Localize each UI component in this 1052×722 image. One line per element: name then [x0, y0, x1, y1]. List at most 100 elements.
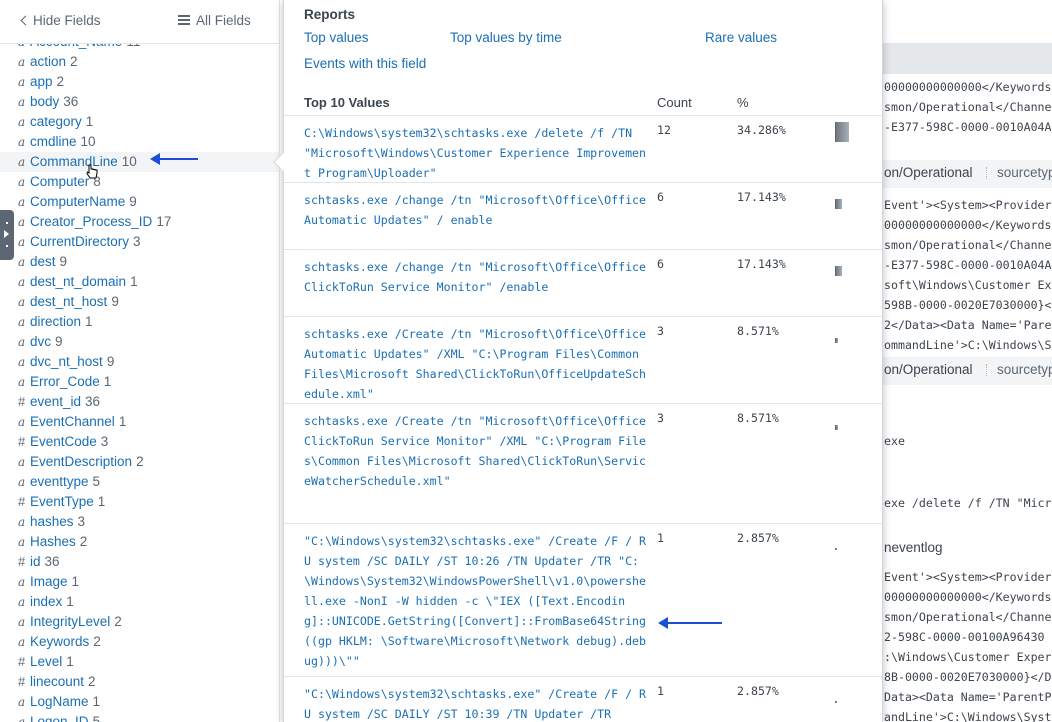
field-name[interactable]: dvc_nt_host [30, 354, 103, 369]
field-count: 1 [66, 594, 74, 609]
field-item[interactable]: a EventChannel 1 [0, 412, 279, 432]
sourcetype-label[interactable]: sourcetyp [997, 165, 1052, 180]
field-item[interactable]: a CurrentDirectory 3 [0, 232, 279, 252]
field-item[interactable]: a cmdline 10 [0, 132, 279, 152]
field-item[interactable]: a CommandLine 10 [0, 152, 279, 172]
field-item[interactable]: # event_id 36 [0, 392, 279, 412]
field-item[interactable]: a IntegrityLevel 2 [0, 612, 279, 632]
field-item[interactable]: a Hashes 2 [0, 532, 279, 552]
field-item[interactable]: a EventDescription 2 [0, 452, 279, 472]
field-name[interactable]: eventtype [30, 474, 89, 489]
field-name[interactable]: index [30, 594, 62, 609]
value-link[interactable]: schtasks.exe /Create /tn "Microsoft\Offi… [304, 411, 649, 491]
field-item[interactable]: a Logon_ID 5 [0, 712, 279, 722]
hide-fields-label: Hide Fields [33, 13, 101, 28]
field-item[interactable]: a category 1 [0, 112, 279, 132]
field-count: 2 [88, 674, 96, 689]
field-count: 2 [93, 634, 101, 649]
field-name[interactable]: CommandLine [30, 154, 118, 169]
value-link[interactable]: schtasks.exe /Create /tn "Microsoft\Offi… [304, 324, 649, 404]
field-name[interactable]: Logon_ID [30, 714, 89, 722]
field-name[interactable]: Keywords [30, 634, 89, 649]
annotation-arrow [150, 153, 198, 165]
field-name[interactable]: direction [30, 314, 81, 329]
results-column-header [883, 44, 1052, 74]
field-name[interactable]: CurrentDirectory [30, 234, 129, 249]
field-item[interactable]: a Image 1 [0, 572, 279, 592]
field-item[interactable]: a Keywords 2 [0, 632, 279, 652]
value-link[interactable]: schtasks.exe /change /tn "Microsoft\Offi… [304, 190, 649, 230]
field-item[interactable]: # EventType 1 [0, 492, 279, 512]
field-item[interactable]: a dest_nt_domain 1 [0, 272, 279, 292]
value-link[interactable]: "C:\Windows\system32\schtasks.exe" /Crea… [304, 684, 649, 722]
field-item[interactable]: a LogName 1 [0, 692, 279, 712]
field-item[interactable]: a eventtype 5 [0, 472, 279, 492]
field-item[interactable]: # Level 1 [0, 652, 279, 672]
field-item[interactable]: a dvc_nt_host 9 [0, 352, 279, 372]
field-name[interactable]: event_id [30, 394, 81, 409]
event-text-line: on/Operational sourcetyp [884, 362, 1052, 377]
rare-values-link[interactable]: Rare values [705, 30, 777, 45]
field-name[interactable]: category [30, 114, 82, 129]
field-name[interactable]: Hashes [30, 534, 76, 549]
field-name[interactable]: EventCode [30, 434, 97, 449]
field-item[interactable]: a dest 9 [0, 252, 279, 272]
field-name[interactable]: ComputerName [30, 194, 125, 209]
string-type-icon: a [18, 315, 26, 329]
field-item[interactable]: a action 2 [0, 52, 279, 72]
field-item[interactable]: a app 2 [0, 72, 279, 92]
field-name[interactable]: Error_Code [30, 374, 100, 389]
field-name[interactable]: Level [30, 654, 62, 669]
hide-fields-button[interactable]: Hide Fields [20, 13, 101, 28]
field-item[interactable]: a Computer 8 [0, 172, 279, 192]
field-name[interactable]: cmdline [30, 134, 77, 149]
field-item[interactable]: a body 36 [0, 92, 279, 112]
percent-bar-fill [835, 548, 837, 550]
field-item[interactable]: a dvc 9 [0, 332, 279, 352]
value-count: 1 [657, 684, 664, 698]
field-name[interactable]: dvc [30, 334, 51, 349]
field-name[interactable]: Computer [30, 174, 89, 189]
field-name[interactable]: hashes [30, 514, 74, 529]
string-type-icon: a [18, 115, 26, 129]
field-name[interactable]: IntegrityLevel [30, 614, 110, 629]
field-name[interactable]: action [30, 54, 66, 69]
sourcetype-label[interactable]: sourcetyp [997, 362, 1052, 377]
field-count: 36 [85, 394, 101, 409]
field-count: 3 [77, 514, 86, 529]
value-link[interactable]: "C:\Windows\system32\schtasks.exe" /Crea… [304, 531, 649, 671]
field-item[interactable]: a direction 1 [0, 312, 279, 332]
all-fields-button[interactable]: All Fields [178, 13, 251, 28]
percent-bar-fill [835, 338, 838, 343]
field-count: 36 [44, 554, 60, 569]
field-name[interactable]: LogName [30, 694, 89, 709]
field-item[interactable]: a ComputerName 9 [0, 192, 279, 212]
value-link[interactable]: C:\Windows\system32\schtasks.exe /delete… [304, 123, 649, 183]
field-name[interactable]: dest_nt_host [30, 294, 107, 309]
field-name[interactable]: id [30, 554, 41, 569]
field-name[interactable]: Image [30, 574, 68, 589]
top-values-link[interactable]: Top values [304, 30, 369, 45]
field-name[interactable]: EventType [30, 494, 94, 509]
field-item[interactable]: # id 36 [0, 552, 279, 572]
field-name[interactable]: dest_nt_domain [30, 274, 126, 289]
field-name[interactable]: EventChannel [30, 414, 115, 429]
field-item[interactable]: a hashes 3 [0, 512, 279, 532]
field-name[interactable]: app [30, 74, 53, 89]
field-item[interactable]: # EventCode 3 [0, 432, 279, 452]
field-name[interactable]: body [30, 94, 59, 109]
field-item[interactable]: # linecount 2 [0, 672, 279, 692]
field-item[interactable]: a Error_Code 1 [0, 372, 279, 392]
top-values-by-time-link[interactable]: Top values by time [450, 30, 562, 45]
field-item[interactable]: a Creator_Process_ID 17 [0, 212, 279, 232]
field-name[interactable]: Creator_Process_ID [30, 214, 152, 229]
field-name[interactable]: EventDescription [30, 454, 132, 469]
panel-collapse-handle[interactable] [0, 210, 14, 260]
string-type-icon: a [18, 175, 26, 189]
events-with-field-link[interactable]: Events with this field [304, 56, 426, 71]
field-name[interactable]: dest [30, 254, 56, 269]
value-link[interactable]: schtasks.exe /change /tn "Microsoft\Offi… [304, 257, 649, 297]
field-name[interactable]: linecount [30, 674, 84, 689]
field-item[interactable]: a dest_nt_host 9 [0, 292, 279, 312]
field-item[interactable]: a index 1 [0, 592, 279, 612]
